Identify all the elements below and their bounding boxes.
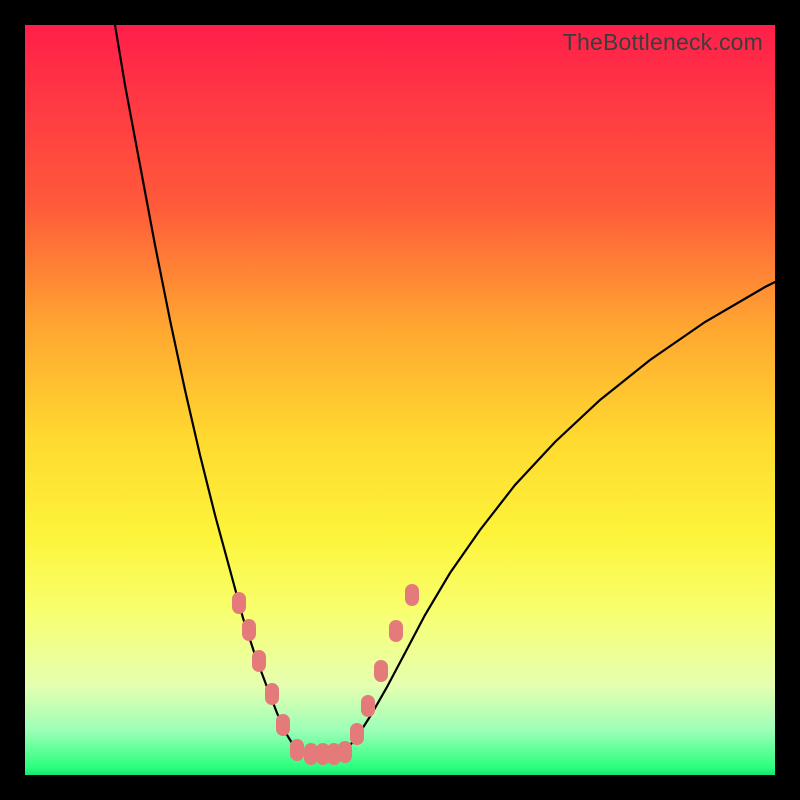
curve-right-branch (345, 282, 775, 751)
threshold-dot (338, 741, 352, 763)
curve-group (115, 25, 775, 755)
threshold-dot (304, 743, 318, 765)
threshold-dot (232, 592, 246, 614)
threshold-dot (389, 620, 403, 642)
threshold-dot (252, 650, 266, 672)
curve-left-branch (115, 25, 297, 751)
chart-frame: TheBottleneck.com (25, 25, 775, 775)
threshold-dot (405, 584, 419, 606)
threshold-dot (350, 723, 364, 745)
threshold-dot (290, 739, 304, 761)
threshold-dot (276, 714, 290, 736)
threshold-dot (242, 619, 256, 641)
threshold-dot (361, 695, 375, 717)
threshold-markers (232, 584, 419, 765)
bottleneck-curve-plot (25, 25, 775, 775)
threshold-dot (374, 660, 388, 682)
threshold-dot (265, 683, 279, 705)
